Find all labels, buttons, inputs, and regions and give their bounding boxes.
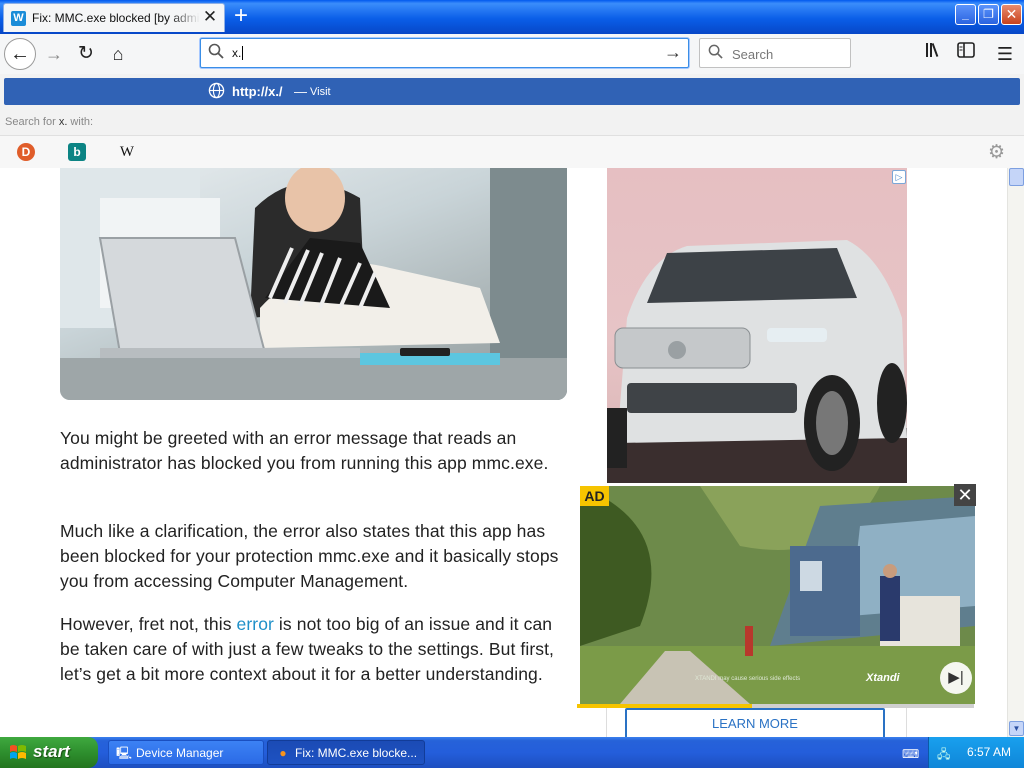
taskbar-item-browser[interactable]: ● Fix: MMC.exe blocke...	[267, 740, 425, 765]
scrollbar-thumb[interactable]	[1009, 168, 1024, 186]
navigation-toolbar: ← → ↻ ⌂ x. → Search ☰	[0, 34, 1024, 74]
network-icon[interactable]: 🖧	[937, 745, 953, 761]
globe-icon	[208, 82, 225, 104]
library-icon[interactable]	[922, 42, 946, 66]
forward-arrow-icon[interactable]: →	[38, 38, 70, 70]
hamburger-menu-icon[interactable]: ☰	[993, 42, 1017, 66]
suggestion-action-label: Visit	[310, 86, 331, 98]
home-icon[interactable]: ⌂	[102, 38, 134, 70]
url-input-text: x.	[232, 46, 244, 60]
learn-more-button[interactable]: LEARN MORE	[625, 708, 885, 737]
close-icon[interactable]: ✕	[954, 484, 976, 506]
video-ad[interactable]: AD XTANDI may cause serious side effects…	[580, 486, 975, 704]
search-engines-bar: D b W ⚙	[0, 135, 1024, 168]
favicon-icon: W	[11, 11, 26, 26]
search-for-label: Search for x. with:	[5, 116, 94, 128]
search-input[interactable]: Search	[699, 38, 851, 68]
article-paragraph: Much like a clarification, the error als…	[60, 521, 559, 591]
new-tab-plus-icon[interactable]: +	[229, 3, 253, 29]
taskbar-item-label: Device Manager	[136, 746, 224, 760]
taskbar-item-device-manager[interactable]: 🖳 Device Manager	[108, 740, 264, 765]
scroll-down-arrow-icon[interactable]: ▼	[1009, 721, 1024, 736]
start-label: start	[33, 742, 70, 761]
tray-clock[interactable]: 6:57 AM	[967, 745, 1011, 759]
sidebar-icon[interactable]	[954, 42, 978, 66]
browser-tab[interactable]: W Fix: MMC.exe blocked [by administrator…	[3, 3, 225, 32]
windows-taskbar: start 🖳 Device Manager ● Fix: MMC.exe bl…	[0, 737, 1024, 768]
vertical-scrollbar[interactable]: ▼	[1007, 168, 1024, 737]
ad-brand-logo: Xtandi	[866, 672, 900, 684]
system-tray: 🖧 6:57 AM	[928, 737, 1024, 768]
url-input[interactable]: x. →	[200, 38, 689, 68]
start-button[interactable]: start	[0, 737, 98, 768]
windows-logo-icon	[10, 745, 26, 759]
ad-label-badge: AD	[580, 486, 609, 506]
search-icon	[708, 44, 723, 63]
duckduckgo-icon[interactable]: D	[17, 143, 35, 161]
restore-icon[interactable]: ❐	[978, 4, 999, 25]
suggestion-visit-row[interactable]: http://x./ — Visit	[4, 78, 1020, 105]
article-paragraph: You might be greeted with an error messa…	[60, 428, 549, 473]
search-icon	[208, 43, 224, 64]
tab-close-icon[interactable]: ✕	[201, 7, 219, 27]
article-hero-image	[60, 168, 567, 400]
page-content: You might be greeted with an error messa…	[0, 168, 1007, 737]
firefox-icon: ●	[279, 746, 287, 760]
device-manager-icon: 🖳	[116, 746, 133, 760]
keyboard-icon[interactable]: ⌨	[902, 747, 919, 761]
ad-disclaimer-text: XTANDI may cause serious side effects	[695, 676, 801, 682]
minimize-icon[interactable]: _	[955, 4, 976, 25]
adchoices-icon[interactable]: ▷	[892, 170, 906, 184]
wikipedia-icon[interactable]: W	[118, 143, 136, 161]
skip-play-icon[interactable]: ▶|	[940, 662, 972, 694]
error-link[interactable]: error	[237, 614, 274, 634]
search-placeholder: Search	[732, 47, 774, 62]
back-arrow-icon[interactable]: ←	[4, 38, 36, 70]
window-close-icon[interactable]: ✕	[1001, 4, 1022, 25]
suggestion-url: http://x./	[232, 84, 283, 99]
taskbar-item-label: Fix: MMC.exe blocke...	[295, 746, 418, 760]
reload-icon[interactable]: ↻	[70, 38, 102, 70]
suggestion-separator: —	[294, 84, 307, 99]
tab-title: Fix: MMC.exe blocked [by administrator]	[32, 11, 200, 25]
bing-icon[interactable]: b	[68, 143, 86, 161]
window-titlebar: W Fix: MMC.exe blocked [by administrator…	[0, 0, 1024, 34]
go-arrow-icon[interactable]: →	[664, 42, 682, 63]
car-ad-banner[interactable]: ▷	[607, 168, 907, 483]
url-suggestions-popup: http://x./ — Visit Search for x. with: D…	[0, 74, 1024, 168]
article-paragraph: However, fret not, this error is not too…	[60, 614, 555, 684]
gear-icon[interactable]: ⚙	[988, 141, 1005, 164]
